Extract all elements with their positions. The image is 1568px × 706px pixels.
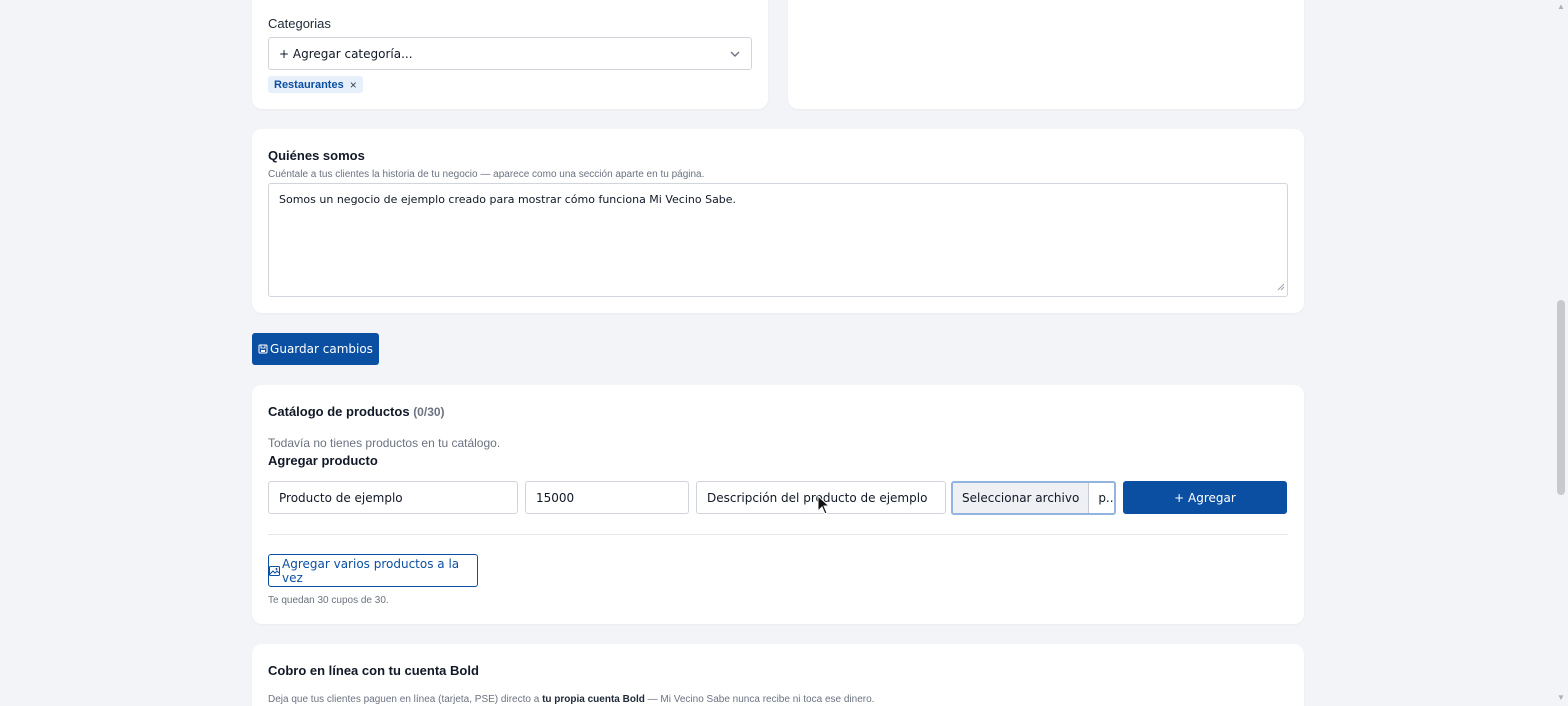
catalog-empty-text: Todavía no tienes productos en tu catálo…	[268, 436, 501, 450]
payments-desc-before: Deja que tus clientes paguen en línea (t…	[268, 694, 543, 705]
save-button[interactable]: Guardar cambios	[252, 333, 379, 365]
about-card: Quiénes somos Cuéntale a tus clientes la…	[252, 129, 1304, 313]
remaining-slots-text: Te quedan 30 cupos de 30.	[268, 595, 389, 606]
payments-desc-after: — Mi Vecino Sabe nunca recibe ni toca es…	[644, 694, 875, 705]
payments-card: Cobro en línea con tu cuenta Bold Deja q…	[252, 644, 1304, 706]
product-name-value: Producto de ejemplo	[279, 490, 403, 505]
category-tag: Restaurantes ×	[268, 76, 363, 93]
select-file-button[interactable]: Seleccionar archivo	[953, 483, 1090, 513]
images-icon	[269, 565, 280, 576]
selected-file-name: p...	[1098, 491, 1116, 505]
close-icon[interactable]: ×	[350, 78, 357, 92]
about-textarea[interactable]: Somos un negocio de ejemplo creado para …	[268, 183, 1288, 297]
add-product-button[interactable]: + Agregar	[1123, 481, 1287, 514]
about-title: Quiénes somos	[268, 148, 365, 163]
product-image-file-input[interactable]: Seleccionar archivo p...	[951, 481, 1116, 515]
bulk-add-button[interactable]: Agregar varios productos a la vez	[268, 554, 478, 587]
add-product-title: Agregar producto	[268, 453, 378, 468]
catalog-title: Catálogo de productos	[268, 404, 410, 419]
product-price-input[interactable]: 15000	[525, 481, 689, 514]
payments-title: Cobro en línea con tu cuenta Bold	[268, 663, 479, 678]
divider	[268, 534, 1288, 535]
mouse-cursor-icon	[817, 494, 831, 520]
payments-desc-bold: tu propia cuenta Bold	[542, 694, 645, 705]
catalog-card: Catálogo de productos (0/30) Todavía no …	[252, 385, 1304, 624]
save-icon	[258, 344, 268, 354]
bulk-add-label: Agregar varios productos a la vez	[282, 556, 460, 585]
catalog-heading: Catálogo de productos (0/30)	[268, 404, 445, 419]
side-card	[788, 0, 1304, 109]
about-help-text: Cuéntale a tus clientes la historia de t…	[268, 169, 705, 180]
payments-description: Deja que tus clientes paguen en línea (t…	[268, 694, 874, 705]
chevron-down-icon	[729, 48, 741, 63]
scroll-down-icon[interactable]: ▼	[1557, 694, 1565, 702]
about-textarea-value: Somos un negocio de ejemplo creado para …	[279, 193, 737, 206]
category-select[interactable]: + Agregar categoría...	[268, 37, 752, 70]
scroll-up-icon[interactable]: ▲	[1557, 3, 1565, 11]
category-select-value: + Agregar categoría...	[279, 46, 413, 61]
resize-handle-icon[interactable]	[1277, 281, 1285, 294]
catalog-count: (0/30)	[413, 405, 445, 419]
categories-label: Categorias	[268, 16, 331, 31]
product-name-input[interactable]: Producto de ejemplo	[268, 481, 518, 514]
categories-card: Categorias + Agregar categoría... Restau…	[252, 0, 768, 109]
product-price-value: 15000	[536, 490, 575, 505]
scrollbar-thumb[interactable]	[1557, 300, 1565, 495]
save-button-label: Guardar cambios	[270, 342, 373, 356]
category-tag-label: Restaurantes	[274, 78, 344, 91]
